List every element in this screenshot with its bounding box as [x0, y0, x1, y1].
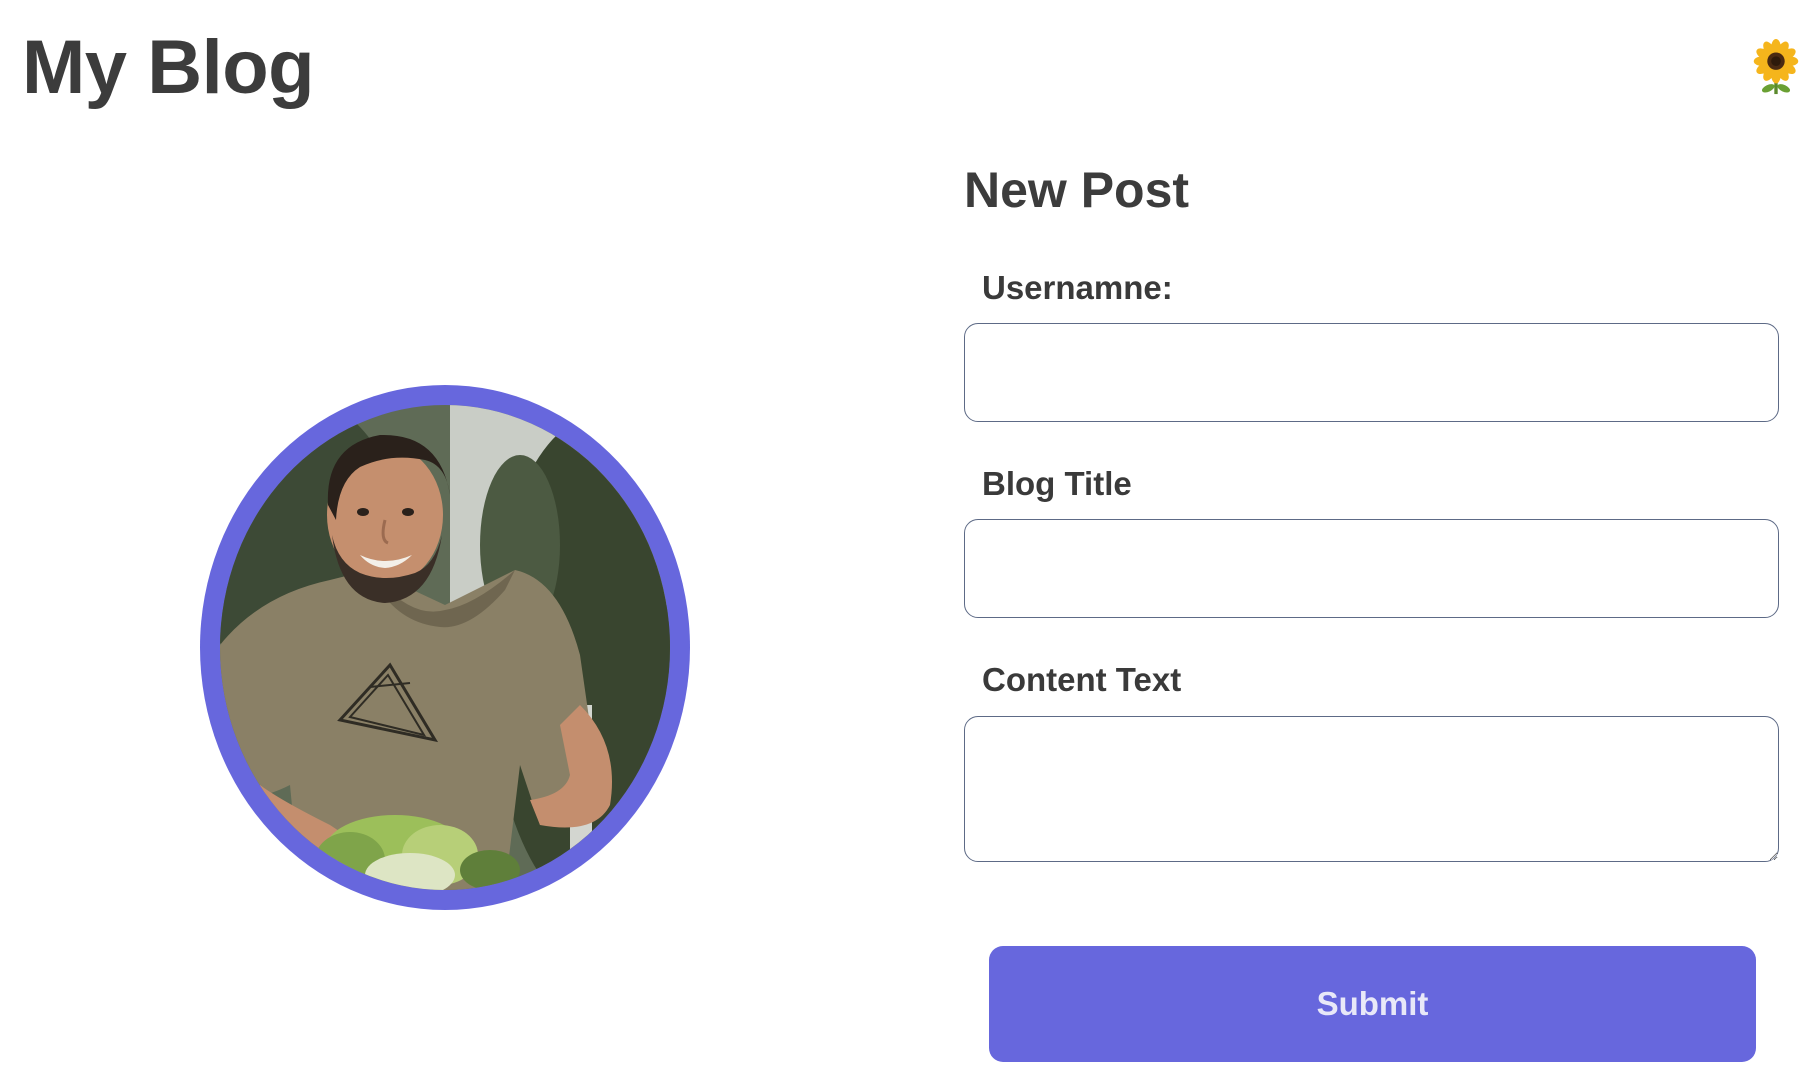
username-input[interactable]: [964, 323, 1779, 422]
content-text-input[interactable]: [964, 716, 1779, 862]
blog-app: My Blog New Post Usernamne: Blog Title C…: [0, 0, 1812, 1088]
blog-title-input[interactable]: [964, 519, 1779, 618]
avatar-frame: [200, 385, 690, 910]
blog-title-label: Blog Title: [982, 465, 1132, 502]
new-post-form: New Post Usernamne: Blog Title Content T…: [964, 0, 1784, 1088]
username-label: Usernamne:: [982, 269, 1173, 306]
submit-button[interactable]: Submit: [989, 946, 1756, 1062]
content-text-label: Content Text: [982, 661, 1182, 698]
avatar: [220, 405, 670, 890]
form-title: New Post: [964, 162, 1190, 218]
site-title: My Blog: [22, 25, 315, 110]
avatar-photo: [220, 405, 670, 890]
